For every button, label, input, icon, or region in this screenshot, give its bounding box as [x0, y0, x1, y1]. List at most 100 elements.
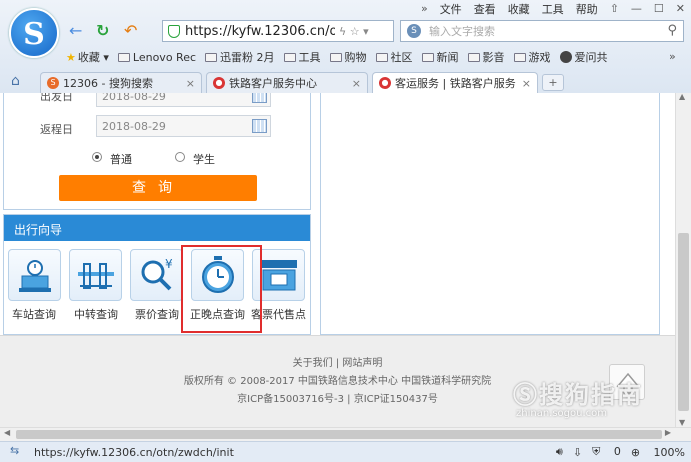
sogou-guide-watermark: Ⓢ搜狗指南	[513, 381, 643, 409]
address-url[interactable]: https://kyfw.12306.cn/otn/	[185, 24, 335, 39]
zoom-level[interactable]: ⊕ 100%	[631, 446, 685, 459]
bookmarks-more-icon[interactable]: »	[669, 50, 676, 63]
radio-normal[interactable]	[92, 152, 102, 162]
travel-guide-title: 出行向导	[4, 215, 310, 241]
travel-guide: 出行向导 ¥ 车站查询 中转查询 票价查询 正晚点查询 客票代售点	[3, 214, 311, 335]
horizontal-scroll-thumb[interactable]	[16, 430, 662, 439]
guide-price-query[interactable]: ¥	[130, 249, 183, 301]
menu-view[interactable]: 查看	[474, 1, 496, 17]
folder-icon	[117, 52, 130, 62]
bookmark-lenovo[interactable]: Lenovo Rec	[117, 51, 196, 64]
bookmarks-bar: ★ 收藏 ▾ Lenovo Rec 迅雷粉 2月 工具 购物 社区 新闻 影音 游…	[66, 48, 617, 66]
menu-help[interactable]: 帮助	[576, 1, 598, 17]
status-tools: 🔊︎ ⇩ ⛨ 0 ⊕ 100%	[546, 445, 685, 459]
undo-close-button[interactable]: ↶	[124, 21, 137, 40]
return-date-field[interactable]: 2018-08-29	[96, 115, 271, 137]
skin-icon[interactable]: ⇧	[610, 2, 619, 15]
adblock-icon[interactable]: ⛨ 0	[592, 445, 621, 459]
footer-links[interactable]: 关于我们 | 网站声明	[0, 354, 675, 369]
tab-passenger-service[interactable]: ● 客运服务 | 铁路客户服务 ×	[372, 72, 538, 93]
watermark-url: zhinan.sogou.com	[516, 408, 608, 419]
folder-icon	[205, 52, 218, 62]
price-icon: ¥	[141, 257, 173, 291]
tab-railway-service[interactable]: ● 铁路客户服务中心 ×	[206, 72, 368, 93]
search-icon[interactable]: ⚲	[667, 23, 677, 38]
bookmark-iask[interactable]: 爱问共	[559, 49, 608, 65]
bookmark-news[interactable]: 新闻	[421, 49, 459, 65]
calendar-icon[interactable]	[252, 119, 267, 133]
depart-date-field[interactable]: 2018-08-29	[96, 93, 271, 107]
guide-label-transfer[interactable]: 中转查询	[74, 306, 118, 322]
more-menu-icon[interactable]: »	[421, 2, 428, 15]
folder-icon	[513, 52, 526, 62]
folder-icon	[467, 52, 480, 62]
station-icon	[19, 260, 51, 292]
bookmark-games[interactable]: 游戏	[513, 49, 551, 65]
back-button[interactable]: ←	[69, 21, 82, 40]
search-box[interactable]: S 输入文字搜索 ⚲	[400, 20, 684, 42]
maximize-button[interactable]: ☐	[654, 2, 664, 15]
bookmark-shopping[interactable]: 购物	[329, 49, 367, 65]
guide-transfer-query[interactable]	[69, 249, 122, 301]
transfer-icon	[78, 263, 114, 289]
radio-student-label: 学生	[193, 153, 215, 166]
date-form: 出发日 2018-08-29 返程日 2018-08-29 普通 学生 查询	[3, 93, 311, 210]
browser-chrome: S » 文件 查看 收藏 工具 帮助 ⇧ — ☐ ✕ ← ↻ ↶ https:/…	[0, 0, 691, 93]
status-bar: ⇆ https://kyfw.12306.cn/otn/zwdch/init 🔊…	[0, 441, 691, 462]
avatar-icon	[559, 51, 572, 63]
guide-label-price[interactable]: 票价查询	[135, 306, 179, 322]
depart-date-label: 出发日	[40, 93, 73, 103]
folder-icon	[283, 52, 296, 62]
sogou-tab-icon: S	[47, 77, 59, 89]
search-engine-icon[interactable]: S	[407, 24, 421, 38]
return-date-label: 返程日	[40, 123, 73, 136]
sogou-browser-logo[interactable]: S	[9, 8, 59, 58]
bookmark-media[interactable]: 影音	[467, 49, 505, 65]
status-url: https://kyfw.12306.cn/otn/zwdch/init	[34, 446, 234, 459]
bookmark-xunlei[interactable]: 迅雷粉 2月	[205, 49, 275, 65]
vertical-scroll-thumb[interactable]	[678, 233, 689, 411]
sound-icon[interactable]: 🔊︎	[556, 445, 563, 459]
radio-student[interactable]	[175, 152, 185, 162]
bookmark-community[interactable]: 社区	[375, 49, 413, 65]
tab-close-icon[interactable]: ×	[522, 77, 531, 90]
horizontal-scrollbar[interactable]: ◀ ▶	[0, 427, 691, 441]
menu-tools[interactable]: 工具	[542, 1, 564, 17]
search-placeholder[interactable]: 输入文字搜索	[429, 23, 495, 39]
scroll-up-arrow-icon[interactable]: ▲	[679, 92, 685, 101]
minimize-button[interactable]: —	[631, 2, 642, 15]
tab-close-icon[interactable]: ×	[352, 77, 361, 90]
bookmark-tools[interactable]: 工具	[283, 49, 321, 65]
guide-station-query[interactable]	[8, 249, 61, 301]
tab-bar: ⌂ S 12306 - 搜狗搜索 × ● 铁路客户服务中心 × ● 客运服务 |…	[0, 70, 691, 93]
menu-file[interactable]: 文件	[440, 1, 462, 17]
tab-close-icon[interactable]: ×	[186, 77, 195, 90]
download-icon[interactable]: ⇩	[573, 446, 582, 459]
calendar-icon[interactable]	[252, 93, 267, 103]
page-status-icon: ⇆	[10, 444, 20, 457]
scroll-down-arrow-icon[interactable]: ▼	[679, 418, 685, 427]
star-icon: ★	[66, 50, 76, 64]
refresh-button[interactable]: ↻	[96, 21, 109, 40]
railway-tab-icon: ●	[379, 77, 391, 89]
right-panel	[320, 93, 660, 335]
menu-favorites[interactable]: 收藏	[508, 1, 530, 17]
folder-icon	[421, 52, 434, 62]
radio-normal-label: 普通	[110, 153, 132, 166]
scroll-right-arrow-icon[interactable]: ▶	[665, 428, 671, 437]
close-window-button[interactable]: ✕	[676, 2, 685, 15]
tab-sogou-search[interactable]: S 12306 - 搜狗搜索 ×	[40, 72, 202, 93]
query-button[interactable]: 查询	[59, 175, 257, 201]
svg-text:¥: ¥	[165, 257, 173, 271]
home-icon[interactable]: ⌂	[11, 73, 20, 89]
folder-icon	[375, 52, 388, 62]
security-shield-icon	[168, 24, 180, 38]
address-bar[interactable]: https://kyfw.12306.cn/otn/ ϟ ☆ ▾	[162, 20, 394, 42]
folder-icon	[329, 52, 342, 62]
bookmark-favorites[interactable]: ★ 收藏 ▾	[66, 49, 109, 65]
scroll-left-arrow-icon[interactable]: ◀	[4, 428, 10, 437]
vertical-scrollbar[interactable]: ▲ ▼	[675, 92, 691, 427]
guide-label-station[interactable]: 车站查询	[12, 306, 56, 322]
new-tab-button[interactable]: +	[542, 74, 564, 91]
address-actions[interactable]: ϟ ☆ ▾	[339, 25, 369, 38]
